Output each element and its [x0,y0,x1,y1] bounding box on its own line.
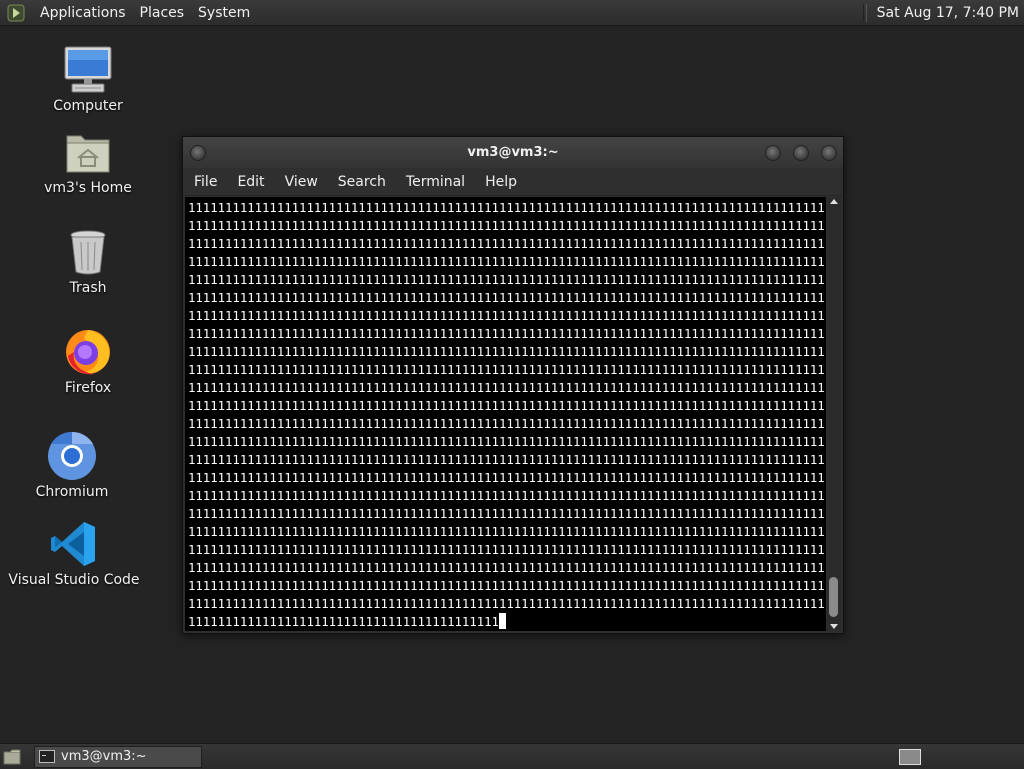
terminal-line: 1111111111111111111111111111111111111111… [188,273,826,287]
terminal-line: 1111111111111111111111111111111111111111… [188,363,826,377]
terminal-line: 1111111111111111111111111111111111111111… [188,525,826,539]
terminal-line: 1111111111111111111111111111111111111111… [188,345,826,359]
terminal-line: 1111111111111111111111111111111111111111… [188,399,826,413]
terminal-line: 1111111111111111111111111111111111111111… [188,543,826,557]
system-menu[interactable]: System [191,5,257,21]
desktop-icon-chromium[interactable]: Chromium [0,430,147,500]
places-menu[interactable]: Places [133,5,192,21]
desktop-icon-label: Computer [53,98,123,114]
desktop-icon-trash[interactable]: Trash [13,226,163,296]
show-desktop-icon[interactable] [2,748,22,766]
terminal-line: 1111111111111111111111111111111111111111… [188,489,826,503]
desktop-icon-firefox[interactable]: Firefox [13,326,163,396]
menu-help[interactable]: Help [475,174,527,190]
applications-menu[interactable]: Applications [33,5,133,21]
menu-terminal[interactable]: Terminal [396,174,475,190]
panel-separator [862,3,867,22]
terminal-line: 1111111111111111111111111111111111111111… [188,561,826,575]
terminal-line: 1111111111111111111111111111111111111111… [188,507,826,521]
menu-view[interactable]: View [275,174,328,190]
desktop-icon-label: Firefox [64,380,112,396]
desktop-icon-label: Trash [69,280,107,296]
terminal-window[interactable]: vm3@vm3:~ File Edit View Search Terminal… [182,136,844,634]
desktop-icon-home[interactable]: vm3's Home [13,126,163,196]
terminal-icon [39,750,55,763]
menu-edit[interactable]: Edit [227,174,274,190]
terminal-line: 1111111111111111111111111111111111111111… [188,291,826,305]
menu-file[interactable]: File [183,174,227,190]
taskbar-window-label: vm3@vm3:~ [61,749,147,764]
terminal-line: 1111111111111111111111111111111111111111… [188,237,826,251]
trash-icon [62,226,114,278]
terminal-line: 1111111111111111111111111111111111111111… [188,435,826,449]
terminal-line: 1111111111111111111111111111111111111111… [188,579,826,593]
terminal-line: 1111111111111111111111111111111111111111… [188,381,826,395]
applications-logo-icon[interactable] [5,2,27,24]
chromium-icon [46,430,98,482]
bottom-panel: vm3@vm3:~ [0,743,1024,769]
scroll-thumb[interactable] [829,577,838,617]
terminal-line: 1111111111111111111111111111111111111111… [188,597,826,611]
home-folder-icon [62,126,114,178]
window-titlebar[interactable]: vm3@vm3:~ [183,137,843,168]
terminal-line: 1111111111111111111111111111111111111111… [188,327,826,341]
desktop-icon-label: vm3's Home [44,180,132,196]
terminal-scrollbar[interactable] [827,197,841,631]
menu-search[interactable]: Search [328,174,396,190]
terminal-line: 1111111111111111111111111111111111111111… [188,309,826,323]
window-menu-button[interactable] [190,144,206,161]
desktop-icon-vscode[interactable]: Visual Studio Code [0,518,149,588]
firefox-icon [62,326,114,378]
minimize-button[interactable] [765,144,781,161]
maximize-button[interactable] [793,144,809,161]
terminal-line: 1111111111111111111111111111111111111111… [188,219,826,233]
close-button[interactable] [821,144,837,161]
computer-icon [62,44,114,96]
top-panel: Applications Places System Sat Aug 17, 7… [0,0,1024,26]
terminal-output[interactable]: 1111111111111111111111111111111111111111… [185,197,826,631]
desktop-icon-computer[interactable]: Computer [13,44,163,114]
terminal-line: 1111111111111111111111111111111111111111… [188,201,826,215]
terminal-line: 1111111111111111111111111111111111111111… [188,471,826,485]
terminal-text: 1111111111111111111111111111111111111111… [185,199,826,631]
scroll-down-arrow-icon[interactable] [830,624,838,629]
vscode-icon [48,518,100,570]
window-title: vm3@vm3:~ [467,145,559,160]
desktop-icon-label: Chromium [35,484,109,500]
terminal-line: 1111111111111111111111111111111111111111… [188,255,826,269]
terminal-menubar: File Edit View Search Terminal Help [183,168,843,196]
workspace-switcher[interactable] [899,748,921,765]
terminal-prompt-line: 1111111111111111111111111111111111111111… [188,613,826,631]
clock[interactable]: Sat Aug 17, 7:40 PM [877,5,1024,21]
scroll-up-arrow-icon[interactable] [830,199,838,204]
desktop-icon-label: Visual Studio Code [8,572,140,588]
terminal-line: 1111111111111111111111111111111111111111… [188,453,826,467]
taskbar-terminal-button[interactable]: vm3@vm3:~ [34,745,202,768]
terminal-cursor [498,613,506,629]
terminal-line: 1111111111111111111111111111111111111111… [188,417,826,431]
